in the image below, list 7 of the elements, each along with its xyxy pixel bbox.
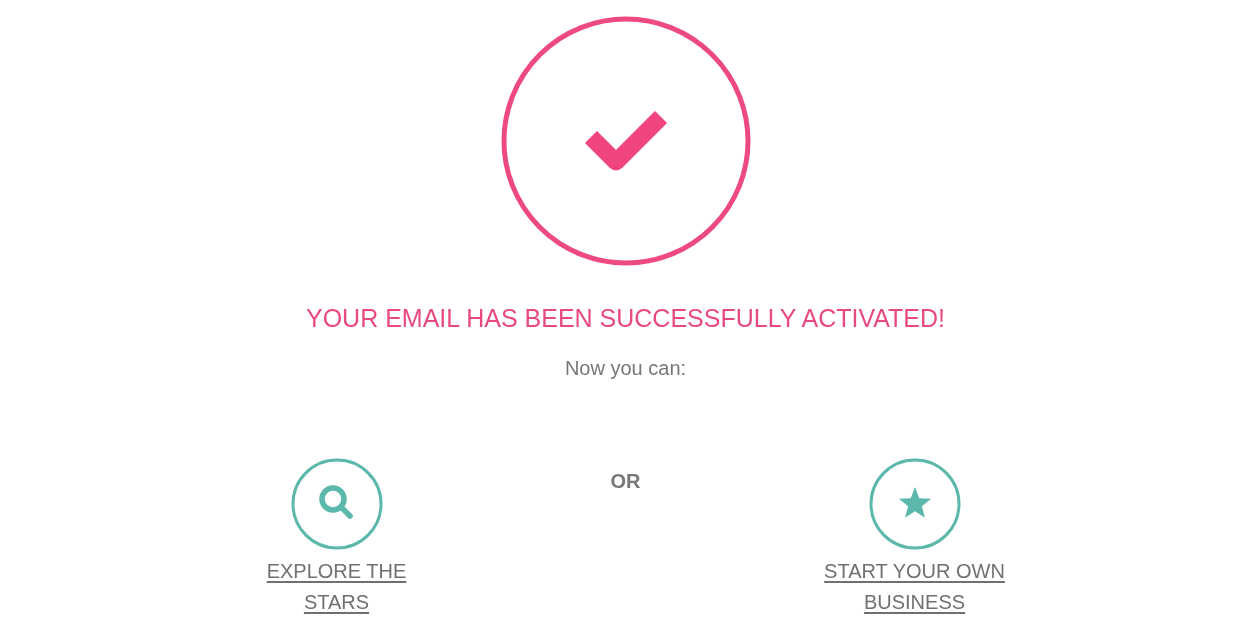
separator-text: OR: [610, 469, 641, 493]
search-icon[interactable]: [290, 458, 383, 550]
option-link[interactable]: EXPLORE THE STARS: [236, 556, 437, 618]
subheading-text: Now you can:: [564, 356, 687, 380]
checkmark-icon: [500, 16, 751, 266]
heading: YOUR EMAIL HAS BEEN SUCCESSFULLY ACTIVATED!: [305, 303, 946, 334]
option-link[interactable]: START YOUR OWN BUSINESS: [814, 556, 1015, 618]
